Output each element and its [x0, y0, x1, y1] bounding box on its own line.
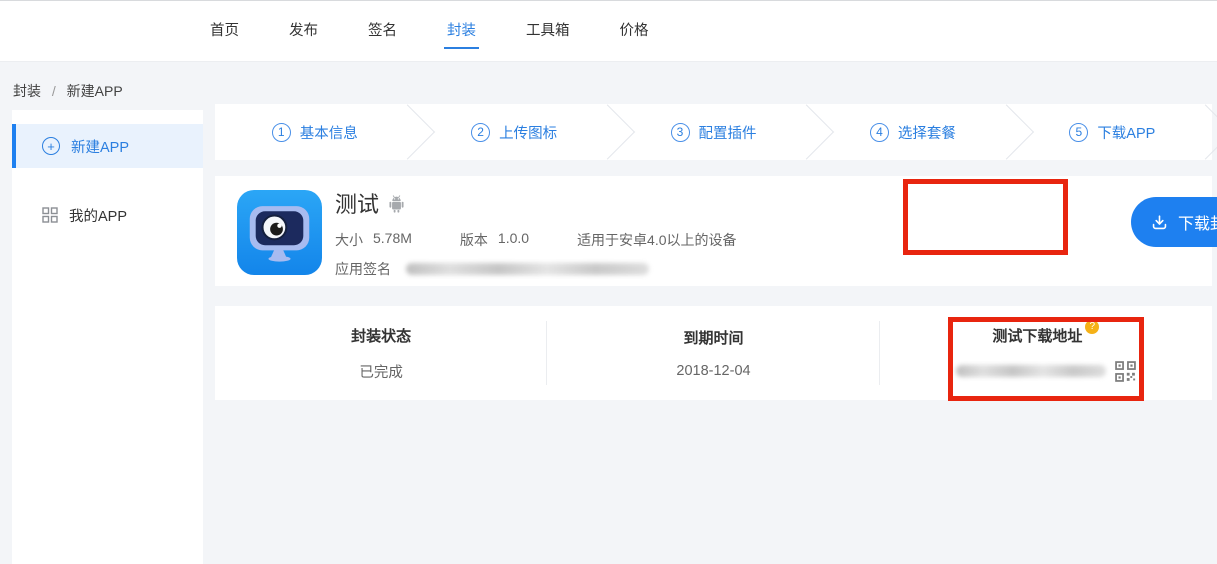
app-size-value: 5.78M — [373, 230, 412, 250]
step-number-badge: 3 — [671, 123, 690, 142]
app-name: 测试 — [335, 187, 379, 219]
qr-code-icon[interactable] — [1115, 361, 1136, 382]
test-download-url-header: 测试下载地址 — [992, 325, 1082, 346]
nav-item-package[interactable]: 封装 — [447, 0, 476, 62]
step-upload-icon[interactable]: 2 上传图标 — [414, 104, 613, 160]
download-url-redacted — [956, 365, 1106, 377]
package-status-value: 已完成 — [359, 361, 403, 382]
sidebar-item-label: 我的APP — [69, 205, 127, 226]
step-number-badge: 2 — [471, 123, 490, 142]
step-label: 基本信息 — [300, 122, 358, 143]
nav-item-price[interactable]: 价格 — [620, 0, 649, 62]
grid-icon — [42, 207, 58, 223]
app-signature-label: 应用签名 — [335, 259, 391, 279]
status-table: 封装状态 已完成 到期时间 2018-12-04 测试下载地址 ? — [215, 306, 1212, 400]
plus-circle-icon: + — [42, 137, 60, 155]
android-icon — [388, 194, 405, 213]
app-icon — [237, 190, 322, 275]
nav-item-sign[interactable]: 签名 — [368, 0, 397, 62]
step-number-badge: 4 — [870, 123, 889, 142]
column-test-download-url: 测试下载地址 ? — [880, 306, 1212, 400]
sidebar-item-my-app[interactable]: 我的APP — [12, 193, 203, 237]
breadcrumb: 封装 / 新建APP — [13, 81, 123, 101]
step-wizard: 1 基本信息 2 上传图标 3 配置插件 4 选择套餐 5 下载APP — [215, 104, 1212, 160]
app-info-card: 测试 大小 5.78M 版本 1.0.0 适用于安卓4.0以上的设备 — [215, 176, 1212, 286]
app-signature-redacted — [406, 263, 649, 275]
breadcrumb-new-app: 新建APP — [67, 83, 123, 99]
sidebar-item-label: 新建APP — [71, 136, 129, 157]
top-header: 首页 发布 签名 封装 工具箱 价格 — [0, 0, 1217, 62]
app-compat-text: 适用于安卓4.0以上的设备 — [577, 230, 736, 250]
column-package-status: 封装状态 已完成 — [215, 306, 547, 400]
expiry-date-value: 2018-12-04 — [676, 363, 750, 379]
download-button-label: 下载封装包 — [1178, 210, 1217, 234]
app-version-label: 版本 — [460, 230, 488, 250]
column-expiry-date: 到期时间 2018-12-04 — [547, 306, 879, 400]
step-download-app[interactable]: 5 下载APP — [1013, 104, 1212, 160]
step-select-plan[interactable]: 4 选择套餐 — [813, 104, 1012, 160]
step-label: 选择套餐 — [898, 122, 956, 143]
app-version-value: 1.0.0 — [498, 230, 529, 250]
step-configure-plugins[interactable]: 3 配置插件 — [614, 104, 813, 160]
sidebar-item-new-app[interactable]: + 新建APP — [12, 124, 203, 168]
step-number-badge: 5 — [1069, 123, 1088, 142]
main-nav: 首页 发布 签名 封装 工具箱 价格 — [210, 1, 649, 61]
step-number-badge: 1 — [272, 123, 291, 142]
step-basic-info[interactable]: 1 基本信息 — [215, 104, 414, 160]
sidebar: + 新建APP 我的APP — [12, 110, 203, 564]
package-status-header: 封装状态 — [351, 325, 411, 346]
step-label: 下载APP — [1097, 122, 1155, 143]
help-icon[interactable]: ? — [1085, 320, 1099, 334]
nav-item-toolbox[interactable]: 工具箱 — [526, 0, 570, 62]
step-label: 上传图标 — [499, 122, 557, 143]
app-details: 测试 大小 5.78M 版本 1.0.0 适用于安卓4.0以上的设备 — [335, 187, 737, 279]
app-size-label: 大小 — [335, 230, 363, 250]
nav-item-home[interactable]: 首页 — [210, 0, 239, 62]
download-icon — [1150, 213, 1169, 232]
breadcrumb-package[interactable]: 封装 — [13, 83, 41, 99]
breadcrumb-separator: / — [52, 83, 56, 99]
expiry-date-header: 到期时间 — [683, 327, 743, 348]
nav-item-publish[interactable]: 发布 — [289, 0, 318, 62]
download-package-button[interactable]: 下载封装包 — [1131, 197, 1217, 247]
step-label: 配置插件 — [699, 122, 757, 143]
